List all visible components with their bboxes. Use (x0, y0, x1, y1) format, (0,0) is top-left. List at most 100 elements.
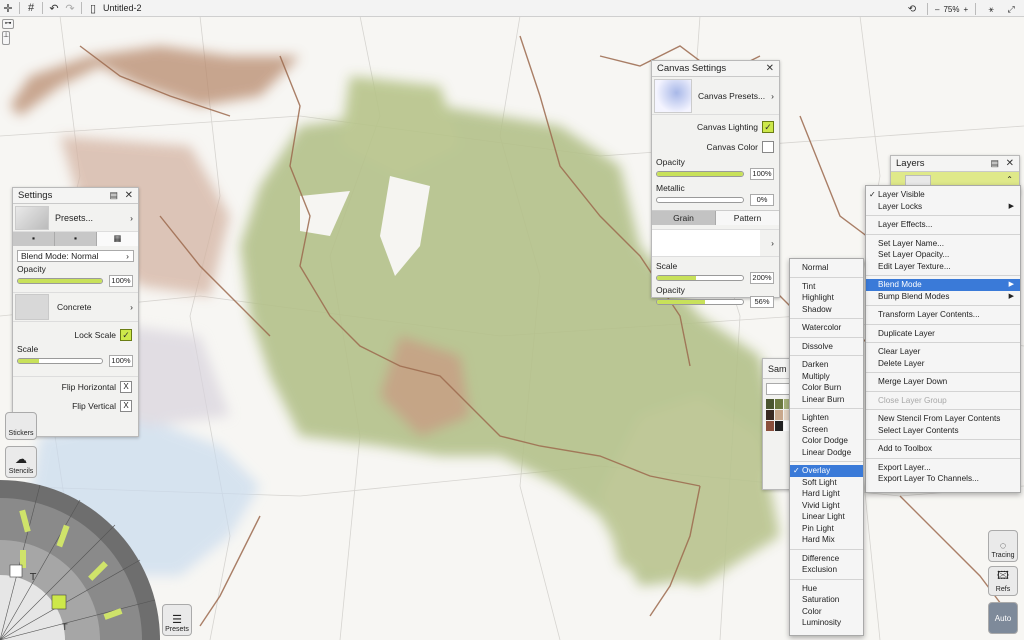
flip-vertical-checkbox[interactable]: X (120, 400, 132, 412)
blend-item-shadow[interactable]: Shadow (790, 304, 863, 316)
scale-slider[interactable] (17, 358, 103, 364)
tab-grain[interactable]: Grain (652, 210, 716, 225)
canvas-opacity-slider[interactable] (656, 171, 744, 177)
menu-item-layer-effects[interactable]: Layer Effects... (866, 219, 1020, 231)
mode-tab-1[interactable]: ▪ (13, 231, 55, 246)
scale-value[interactable]: 100% (109, 355, 133, 367)
canvas-opacity-value[interactable]: 100% (750, 168, 774, 180)
settings-header[interactable]: Settings ▤ ✕ (13, 188, 138, 204)
blend-item-difference[interactable]: Difference (790, 553, 863, 565)
opacity-slider[interactable] (17, 278, 103, 284)
canvas-color-swatch[interactable] (762, 141, 774, 153)
blend-item-color-dodge[interactable]: Color Dodge (790, 435, 863, 447)
swatch[interactable] (775, 399, 783, 409)
blend-item-darken[interactable]: Darken (790, 359, 863, 371)
blend-item-color[interactable]: Color (790, 606, 863, 618)
swatch[interactable] (766, 399, 774, 409)
menu-item-transform-layer-contents[interactable]: Transform Layer Contents... (866, 309, 1020, 321)
auto-button[interactable]: Auto (988, 602, 1018, 634)
layers-header[interactable]: Layers ▤ ✕ (891, 156, 1019, 172)
blend-item-highlight[interactable]: Highlight (790, 292, 863, 304)
stencils-button[interactable]: ☁ Stencils (5, 446, 37, 478)
blend-item-linear-light[interactable]: Linear Light (790, 511, 863, 523)
redo-icon[interactable]: ↷ (62, 0, 78, 16)
pattern-opacity-slider[interactable] (656, 299, 744, 305)
blend-item-linear-burn[interactable]: Linear Burn (790, 394, 863, 406)
menu-item-export-layer[interactable]: Export Layer... (866, 462, 1020, 474)
menu-item-clear-layer[interactable]: Clear Layer (866, 346, 1020, 358)
presets-button[interactable]: ☰ Presets (162, 604, 192, 636)
blend-item-watercolor[interactable]: Watercolor (790, 322, 863, 334)
blend-item-multiply[interactable]: Multiply (790, 371, 863, 383)
blend-item-pin-light[interactable]: Pin Light (790, 523, 863, 535)
slider-toggle-icon[interactable]: ⊶ (2, 19, 14, 29)
blend-item-hard-light[interactable]: Hard Light (790, 488, 863, 500)
tab-pattern[interactable]: Pattern (716, 210, 779, 225)
scroll-up-icon[interactable]: ⌃ (1006, 175, 1013, 184)
swatch[interactable] (766, 410, 774, 420)
blend-item-dissolve[interactable]: Dissolve (790, 341, 863, 353)
blend-item-luminosity[interactable]: Luminosity (790, 617, 863, 629)
document-icon[interactable]: ▯ (85, 0, 101, 16)
move-icon[interactable]: ✛ (0, 0, 16, 16)
blend-item-linear-dodge[interactable]: Linear Dodge (790, 447, 863, 459)
canvas-presets-row[interactable]: Canvas Presets... › (652, 77, 779, 115)
fit-icon[interactable]: ⚹ (983, 1, 999, 17)
menu-item-bump-blend-modes[interactable]: Bump Blend Modes ▶ (866, 291, 1020, 303)
canvas-lighting-checkbox[interactable]: ✓ (762, 121, 774, 133)
zoom-level[interactable]: 75% (943, 5, 959, 14)
panel-options-icon[interactable]: ▤ (109, 190, 118, 201)
tool-wheel[interactable]: T T (0, 480, 160, 640)
menu-item-set-layer-name[interactable]: Set Layer Name... (866, 238, 1020, 250)
panel-options-icon[interactable]: ▤ (990, 158, 999, 169)
metallic-value[interactable]: 0% (750, 194, 774, 206)
grid-icon[interactable]: # (23, 0, 39, 16)
menu-item-new-stencil-from-layer-contents[interactable]: New Stencil From Layer Contents (866, 413, 1020, 425)
presets-row[interactable]: Presets... › (13, 204, 138, 232)
menu-item-merge-layer-down[interactable]: Merge Layer Down (866, 376, 1020, 388)
blend-item-screen[interactable]: Screen (790, 424, 863, 436)
blend-item-normal[interactable]: Normal (790, 262, 863, 274)
expand-icon[interactable]: ⤢ (1003, 1, 1019, 17)
swatch[interactable] (775, 410, 783, 420)
menu-item-duplicate-layer[interactable]: Duplicate Layer (866, 328, 1020, 340)
vertical-slider-icon[interactable]: ⊥ (2, 31, 10, 45)
pattern-scale-slider[interactable] (656, 275, 744, 281)
pattern-scale-value[interactable]: 200% (750, 272, 774, 284)
samples-input[interactable] (766, 383, 790, 395)
blend-item-lighten[interactable]: Lighten (790, 412, 863, 424)
blend-item-color-burn[interactable]: Color Burn (790, 382, 863, 394)
blend-item-soft-light[interactable]: Soft Light (790, 477, 863, 489)
blend-mode-dropdown[interactable]: Blend Mode: Normal › (17, 250, 134, 262)
menu-item-layer-visible[interactable]: ✓ Layer Visible (866, 189, 1020, 201)
pattern-preview-row[interactable]: › (652, 229, 779, 257)
blend-item-hard-mix[interactable]: Hard Mix (790, 534, 863, 546)
texture-row[interactable]: Concrete › (13, 292, 138, 322)
canvas-settings-header[interactable]: Canvas Settings ✕ (652, 61, 779, 77)
blend-item-hue[interactable]: Hue (790, 583, 863, 595)
opacity-value[interactable]: 100% (109, 275, 133, 287)
stickers-button[interactable]: Stickers (5, 412, 37, 440)
menu-item-set-layer-opacity[interactable]: Set Layer Opacity... (866, 249, 1020, 261)
menu-item-blend-mode[interactable]: Blend Mode ▶ (866, 279, 1020, 291)
undo-icon[interactable]: ↶ (46, 0, 62, 16)
menu-item-add-to-toolbox[interactable]: Add to Toolbox (866, 443, 1020, 455)
zoom-out-button[interactable]: – (935, 5, 939, 14)
zoom-in-button[interactable]: + (963, 5, 968, 14)
blend-item-tint[interactable]: Tint (790, 281, 863, 293)
pattern-opacity-value[interactable]: 56% (750, 296, 774, 308)
document-title[interactable]: Untitled-2 (103, 3, 142, 13)
menu-item-export-layer-to-channels[interactable]: Export Layer To Channels... (866, 473, 1020, 485)
swatch[interactable] (775, 421, 783, 431)
refs-button[interactable]: 🖾 Refs (988, 566, 1018, 596)
menu-item-layer-locks[interactable]: Layer Locks ▶ (866, 201, 1020, 213)
blend-item-vivid-light[interactable]: Vivid Light (790, 500, 863, 512)
blend-item-saturation[interactable]: Saturation (790, 594, 863, 606)
menu-item-edit-layer-texture[interactable]: Edit Layer Texture... (866, 261, 1020, 273)
close-icon[interactable]: ✕ (1006, 158, 1014, 169)
tracing-button[interactable]: ◌ Tracing (988, 530, 1018, 562)
blend-item-overlay[interactable]: ✓ Overlay (790, 465, 863, 477)
mode-tab-3[interactable]: ▦ (97, 231, 138, 246)
close-icon[interactable]: ✕ (125, 190, 133, 201)
swatch[interactable] (766, 421, 774, 431)
